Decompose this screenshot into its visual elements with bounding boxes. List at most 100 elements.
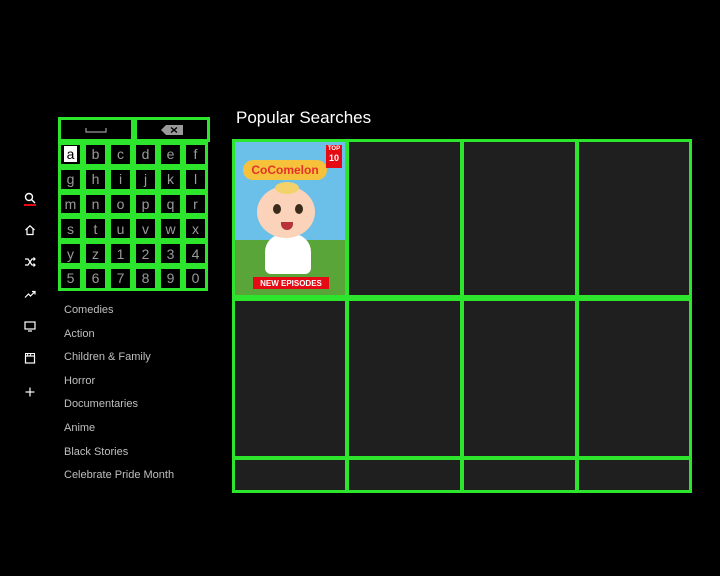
title-tile[interactable]	[461, 139, 578, 298]
key-h[interactable]: h	[83, 166, 108, 192]
key-t[interactable]: t	[83, 216, 108, 242]
key-8[interactable]: 8	[133, 265, 158, 291]
nav-tv[interactable]	[20, 316, 40, 336]
title-tile[interactable]	[232, 457, 348, 493]
top10-badge-top: TOP	[327, 146, 341, 152]
key-b[interactable]: b	[83, 142, 108, 167]
key-9[interactable]: 9	[158, 265, 183, 291]
key-l[interactable]: l	[183, 166, 208, 192]
key-o[interactable]: o	[108, 191, 133, 217]
key-label: 2	[141, 245, 150, 262]
key-label: 4	[191, 245, 200, 262]
title-tile[interactable]: CoComelon TOP 10 NEW EPISODES	[232, 139, 348, 298]
genre-item[interactable]: Comedies	[64, 304, 114, 316]
key-k[interactable]: k	[158, 166, 183, 192]
title-tile[interactable]	[576, 139, 692, 298]
key-q[interactable]: q	[158, 191, 183, 217]
genre-item[interactable]: Anime	[64, 422, 95, 434]
key-label: l	[193, 171, 198, 188]
key-label: n	[91, 195, 100, 212]
key-label: f	[193, 146, 198, 163]
title-tile[interactable]	[346, 457, 463, 493]
key-0[interactable]: 0	[183, 265, 208, 291]
key-label: a	[63, 146, 78, 163]
key-v[interactable]: v	[133, 216, 158, 242]
key-1[interactable]: 1	[108, 241, 133, 266]
key-c[interactable]: c	[108, 142, 133, 167]
key-a[interactable]: a	[58, 142, 83, 167]
key-n[interactable]: n	[83, 191, 108, 217]
nav-my-list[interactable]	[20, 382, 40, 402]
key-7[interactable]: 7	[108, 265, 133, 291]
results-grid: CoComelon TOP 10 NEW EPISODES	[232, 139, 692, 493]
title-tile[interactable]	[346, 298, 463, 459]
genre-item[interactable]: Celebrate Pride Month	[64, 469, 174, 481]
search-icon	[24, 192, 36, 204]
key-y[interactable]: y	[58, 241, 83, 266]
key-label: d	[141, 146, 150, 163]
nav-movies[interactable]	[20, 348, 40, 368]
title-tile[interactable]	[461, 457, 578, 493]
nav-shuffle[interactable]	[20, 252, 40, 272]
key-6[interactable]: 6	[83, 265, 108, 291]
key-g[interactable]: g	[58, 166, 83, 192]
key-label: q	[166, 195, 175, 212]
key-label: x	[192, 220, 199, 237]
key-f[interactable]: f	[183, 142, 208, 167]
title-tile[interactable]	[232, 298, 348, 459]
top10-badge: TOP 10	[326, 145, 342, 168]
key-label: g	[66, 171, 75, 188]
key-3[interactable]: 3	[158, 241, 183, 266]
key-s[interactable]: s	[58, 216, 83, 242]
key-x[interactable]: x	[183, 216, 208, 242]
key-e[interactable]: e	[158, 142, 183, 167]
title-tile[interactable]	[576, 457, 692, 493]
key-label: t	[93, 220, 98, 237]
key-label: 6	[91, 270, 100, 287]
key-r[interactable]: r	[183, 191, 208, 217]
key-m[interactable]: m	[58, 191, 83, 217]
key-4[interactable]: 4	[183, 241, 208, 266]
key-label: 1	[116, 245, 125, 262]
title-poster: CoComelon TOP 10 NEW EPISODES	[235, 142, 345, 295]
poster-character-eye	[295, 204, 303, 214]
key-i[interactable]: i	[108, 166, 133, 192]
key-label: r	[193, 195, 198, 212]
title-tile[interactable]	[346, 139, 463, 298]
new-episodes-ribbon: NEW EPISODES	[253, 277, 329, 289]
key-5[interactable]: 5	[58, 265, 83, 291]
key-p[interactable]: p	[133, 191, 158, 217]
nav-home[interactable]	[20, 220, 40, 240]
genre-item[interactable]: Horror	[64, 375, 95, 387]
genre-item[interactable]: Children & Family	[64, 351, 151, 363]
genre-item[interactable]: Black Stories	[64, 446, 128, 458]
key-z[interactable]: z	[83, 241, 108, 266]
poster-character-hair	[275, 182, 299, 194]
trending-icon	[24, 290, 36, 298]
key-label: u	[116, 220, 125, 237]
key-d[interactable]: d	[133, 142, 158, 167]
nav-trending[interactable]	[20, 284, 40, 304]
key-label: e	[166, 146, 175, 163]
key-label: z	[92, 245, 99, 262]
space-icon	[85, 127, 107, 133]
backspace-key[interactable]	[134, 117, 210, 142]
title-tile[interactable]	[576, 298, 692, 459]
movies-icon	[24, 353, 36, 364]
key-label: m	[64, 195, 77, 212]
key-u[interactable]: u	[108, 216, 133, 242]
space-key[interactable]	[58, 117, 134, 142]
poster-logo: CoComelon	[243, 160, 327, 180]
genre-item[interactable]: Documentaries	[64, 398, 138, 410]
key-label: 8	[141, 270, 150, 287]
key-w[interactable]: w	[158, 216, 183, 242]
title-tile[interactable]	[461, 298, 578, 459]
search-keyboard: abcde f gh i j k l mnopq r s t uvwx y z1234 567890	[58, 117, 210, 293]
nav-search[interactable]	[20, 188, 40, 208]
key-label: y	[67, 245, 74, 262]
key-2[interactable]: 2	[133, 241, 158, 266]
plus-icon	[25, 387, 35, 397]
key-j[interactable]: j	[133, 166, 158, 192]
genre-item[interactable]: Action	[64, 328, 95, 340]
key-label: k	[167, 171, 174, 188]
